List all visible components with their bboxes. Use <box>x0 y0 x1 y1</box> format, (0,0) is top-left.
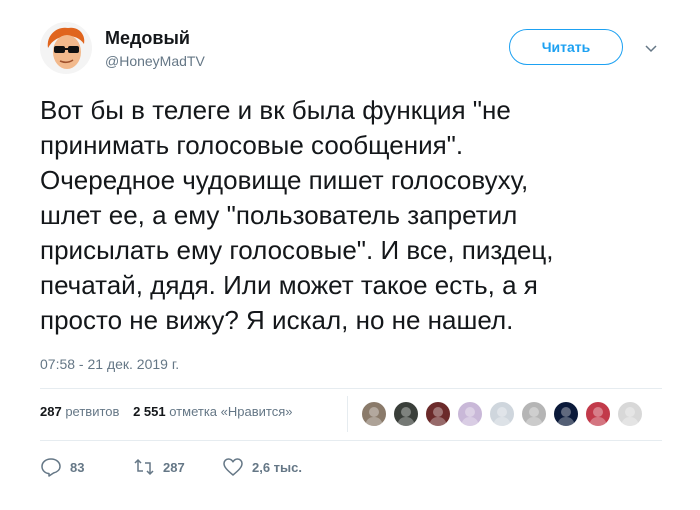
like-count: 2,6 тыс. <box>252 460 302 475</box>
divider <box>40 388 662 389</box>
tweet-timestamp[interactable]: 07:58 - 21 дек. 2019 г. <box>40 356 179 372</box>
tweet-stats: 287 ретвитов 2 551 отметка «Нравится» <box>40 404 302 419</box>
author-display-name[interactable]: Медовый <box>105 28 190 49</box>
liker-avatar[interactable] <box>424 400 452 428</box>
liker-avatar[interactable] <box>456 400 484 428</box>
tweet-line: шлет ее, а ему "пользователь запретил <box>40 200 518 230</box>
tweet-text: Вот бы в телеге и вк была функция "не пр… <box>40 93 670 338</box>
follow-button[interactable]: Читать <box>509 29 623 65</box>
liker-avatar[interactable] <box>552 400 580 428</box>
divider <box>40 440 662 441</box>
author-handle[interactable]: @HoneyMadTV <box>105 53 205 69</box>
liker-avatar[interactable] <box>616 400 644 428</box>
likes-stat[interactable]: 2 551 отметка «Нравится» <box>133 404 292 419</box>
liker-avatar[interactable] <box>584 400 612 428</box>
reply-icon <box>41 458 61 477</box>
chevron-down-icon[interactable] <box>643 40 659 56</box>
retweets-stat-count: 287 <box>40 404 62 419</box>
liker-avatar[interactable] <box>360 400 388 428</box>
tweet-line: Очередное чудовище пишет голосовуху, <box>40 165 529 195</box>
liker-avatar[interactable] <box>488 400 516 428</box>
retweet-count: 287 <box>163 460 185 475</box>
tweet-line: просто не вижу? Я искал, но не нашел. <box>40 305 514 335</box>
tweet-line: печатай, дядя. Или может такое есть, а я <box>40 270 538 300</box>
author-avatar[interactable] <box>40 22 92 74</box>
stats-separator <box>347 396 348 432</box>
tweet-line: Вот бы в телеге и вк была функция "не <box>40 95 511 125</box>
tweet-line: присылать ему голосовые". И все, пиздец, <box>40 235 554 265</box>
liker-avatar[interactable] <box>392 400 420 428</box>
reply-count: 83 <box>70 460 85 475</box>
heart-icon <box>223 458 243 476</box>
tweet-line: принимать голосовые сообщения". <box>40 130 464 160</box>
retweets-stat[interactable]: 287 ретвитов <box>40 404 119 419</box>
likes-stat-label: отметка «Нравится» <box>169 404 293 419</box>
liker-avatar[interactable] <box>520 400 548 428</box>
retweets-stat-label: ретвитов <box>65 404 120 419</box>
likes-stat-count: 2 551 <box>133 404 166 419</box>
retweet-icon <box>134 458 154 476</box>
